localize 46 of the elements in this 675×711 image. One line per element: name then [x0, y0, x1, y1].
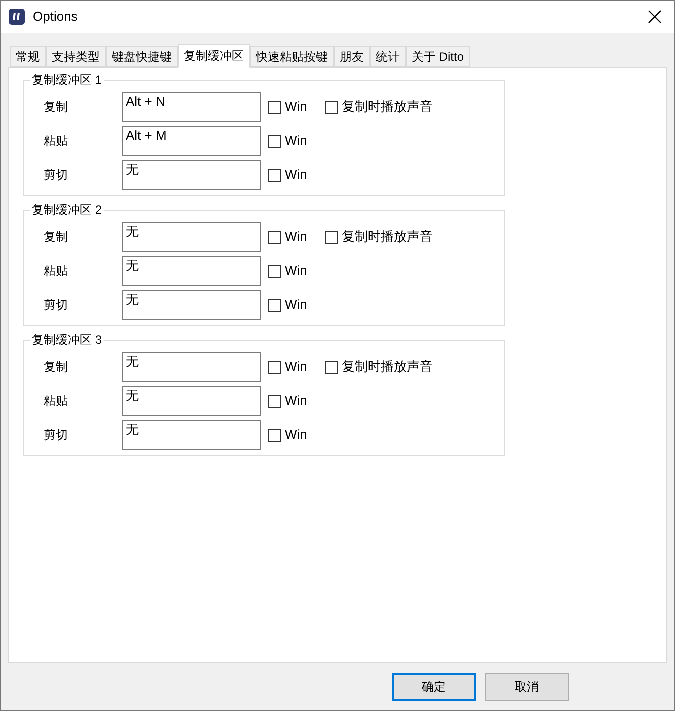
- checkbox[interactable]: Win: [268, 425, 325, 445]
- hotkey-field[interactable]: 无: [122, 256, 261, 286]
- window-title: Options: [33, 8, 78, 26]
- field-label: 粘贴: [44, 133, 69, 150]
- checkbox[interactable]: Win: [268, 165, 325, 185]
- tab[interactable]: 朋友: [334, 46, 370, 67]
- hotkey-field[interactable]: 无: [122, 222, 261, 252]
- field-label: 复制: [44, 99, 69, 116]
- hotkey-field[interactable]: 无: [122, 420, 261, 450]
- checkbox[interactable]: 复制时播放声音: [325, 97, 433, 117]
- field-label: 剪切: [44, 167, 69, 184]
- tab[interactable]: 键盘快捷键: [106, 46, 178, 67]
- checkbox[interactable]: 复制时播放声音: [325, 357, 433, 377]
- hotkey-field[interactable]: Alt + M: [122, 126, 261, 156]
- tab[interactable]: 关于 Ditto: [406, 46, 470, 67]
- group-title: 复制缓冲区 3: [30, 332, 104, 348]
- group-title: 复制缓冲区 1: [30, 72, 104, 88]
- tab[interactable]: 复制缓冲区: [178, 44, 250, 68]
- checkbox[interactable]: Win: [268, 261, 325, 281]
- hotkey-field[interactable]: 无: [122, 386, 261, 416]
- tab[interactable]: 统计: [370, 46, 406, 67]
- close-icon[interactable]: [648, 10, 662, 24]
- dialog-button[interactable]: 取消: [485, 673, 569, 701]
- hotkey-field[interactable]: 无: [122, 160, 261, 190]
- field-label: 粘贴: [44, 263, 69, 280]
- checkbox[interactable]: 复制时播放声音: [325, 227, 433, 247]
- checkbox[interactable]: Win: [268, 97, 325, 117]
- field-label: 剪切: [44, 427, 69, 444]
- hotkey-field[interactable]: 无: [122, 352, 261, 382]
- checkbox[interactable]: Win: [268, 357, 325, 377]
- field-label: 剪切: [44, 297, 69, 314]
- tab[interactable]: 常规: [10, 46, 46, 67]
- hotkey-field[interactable]: Alt + N: [122, 92, 261, 122]
- field-label: 粘贴: [44, 393, 69, 410]
- checkbox[interactable]: Win: [268, 295, 325, 315]
- dialog-button[interactable]: 确定: [392, 673, 476, 701]
- checkbox[interactable]: Win: [268, 227, 325, 247]
- field-label: 复制: [44, 229, 69, 246]
- group-title: 复制缓冲区 2: [30, 202, 104, 218]
- tab[interactable]: 支持类型: [46, 46, 106, 67]
- app-icon: [9, 9, 25, 25]
- hotkey-field[interactable]: 无: [122, 290, 261, 320]
- tab[interactable]: 快速粘贴按键: [250, 46, 334, 67]
- checkbox[interactable]: Win: [268, 391, 325, 411]
- field-label: 复制: [44, 359, 69, 376]
- checkbox[interactable]: Win: [268, 131, 325, 151]
